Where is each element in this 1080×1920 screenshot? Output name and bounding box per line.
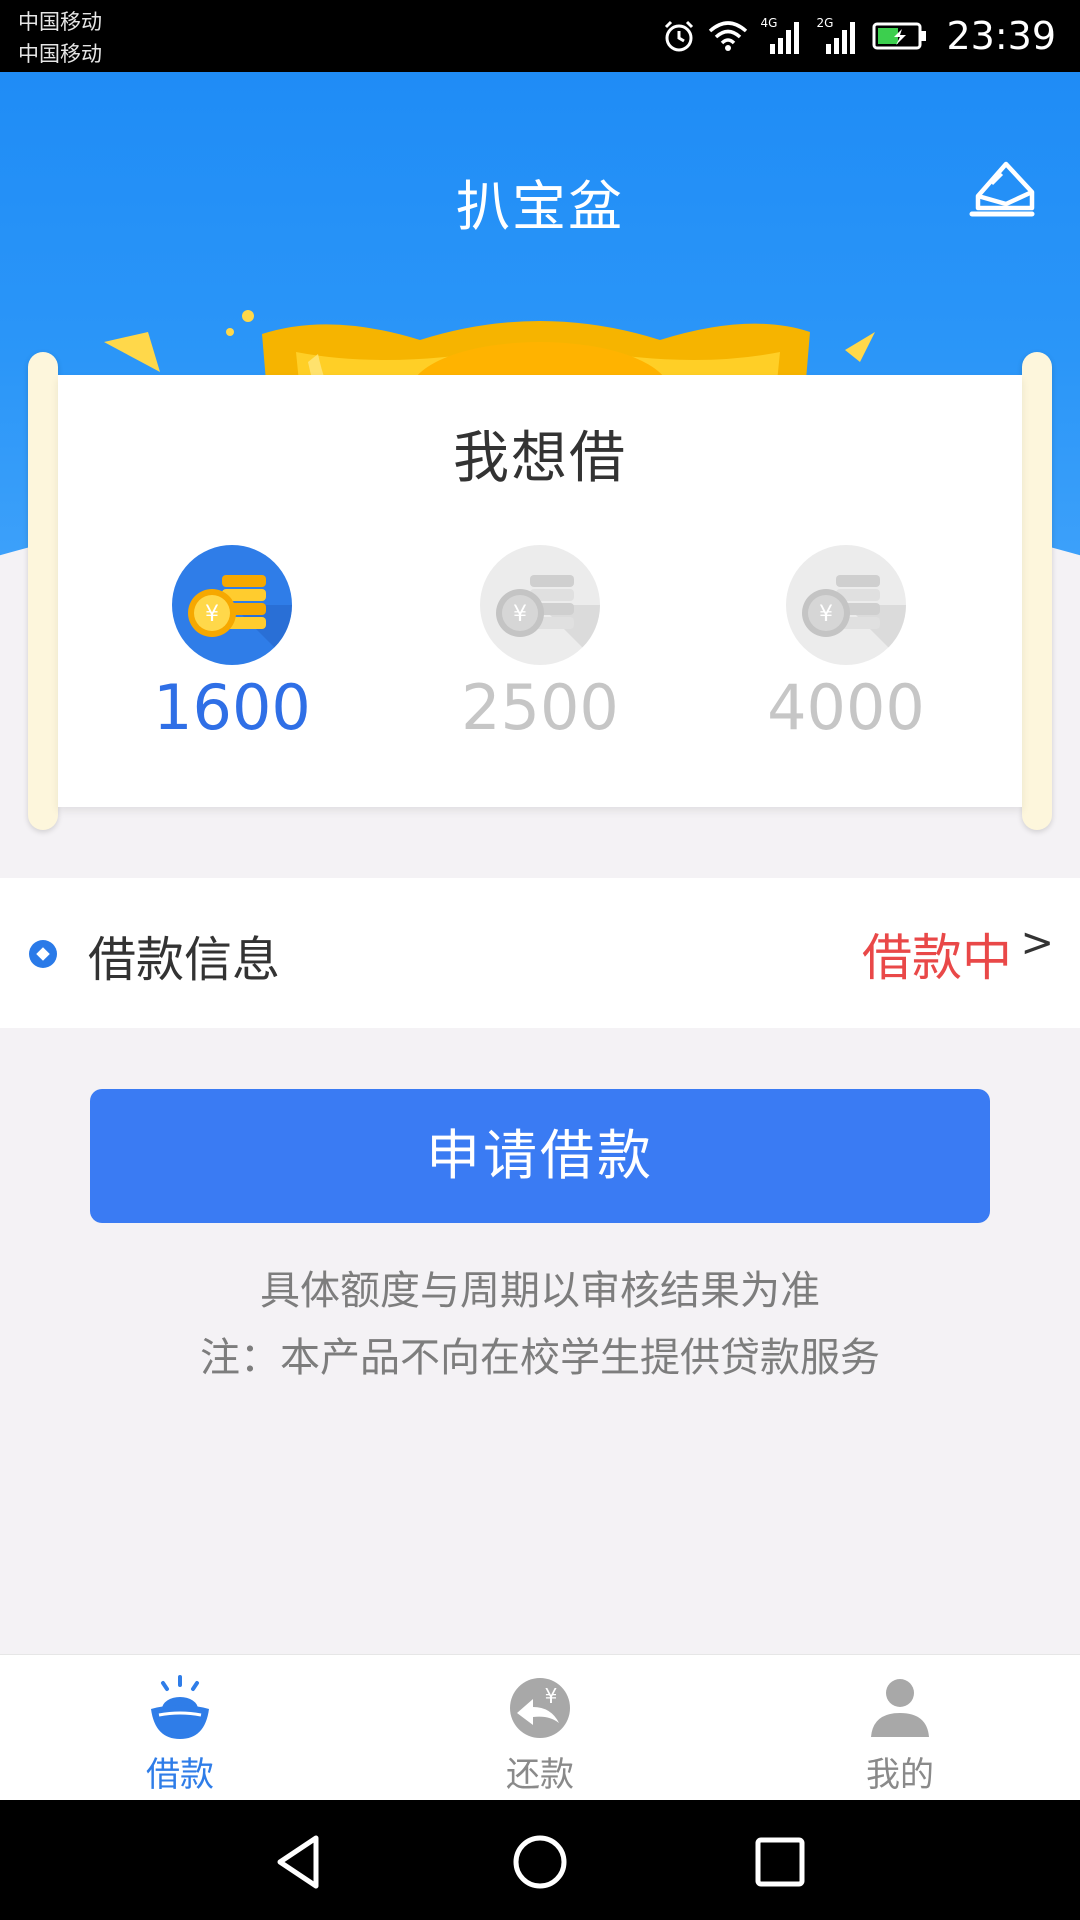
card-title: 我想借 (453, 426, 627, 491)
svg-text:¥: ¥ (545, 1684, 558, 1708)
scroll-roller-right (1022, 352, 1052, 830)
alarm-icon (665, 20, 694, 52)
scroll-roller-left (28, 352, 58, 830)
signal-4g-icon: 4G (760, 16, 804, 56)
coin-stack-icon: ¥ (786, 545, 906, 665)
svg-text:¥: ¥ (513, 602, 527, 627)
clock: 23:39 (946, 14, 1056, 58)
loan-info-row[interactable]: 借款信息 借款中 > (0, 878, 1080, 1028)
amount-value: 1600 (153, 671, 311, 744)
amount-option-1600[interactable]: ¥ 1600 (122, 545, 342, 744)
carrier-2: 中国移动 (18, 42, 102, 66)
tab-bar: 借款 ¥ 还款 我的 (0, 1654, 1080, 1800)
amount-option-2500[interactable]: ¥ 2500 (430, 545, 650, 744)
note-quota: 具体额度与周期以审核结果为准 (260, 1268, 820, 1314)
recents-button[interactable] (750, 1832, 810, 1892)
chevron-right-icon: > (1020, 920, 1054, 966)
app-title: 扒宝盆 (456, 175, 624, 238)
tab-mine-label: 我的 (866, 1755, 934, 1795)
note-students: 注：本产品不向在校学生提供贷款服务 (200, 1335, 880, 1381)
system-nav-bar (0, 1800, 1080, 1920)
amount-option-4000[interactable]: ¥ 4000 (736, 545, 956, 744)
svg-text:¥: ¥ (205, 602, 219, 627)
info-bullet-icon (29, 940, 57, 968)
user-icon (865, 1673, 935, 1743)
tab-borrow[interactable]: 借款 (80, 1655, 280, 1801)
ingot-icon (145, 1673, 215, 1743)
message-button[interactable] (966, 154, 1040, 224)
tab-borrow-label: 借款 (146, 1755, 214, 1795)
envelope-icon (969, 161, 1035, 217)
loan-amount-card: 我想借 ¥ 1600 ¥ 2500 ¥ 4000 (58, 375, 1022, 807)
svg-text:¥: ¥ (819, 602, 833, 627)
carrier-info: 中国移动 中国移动 (18, 6, 102, 70)
home-circle-icon (513, 1835, 567, 1889)
wifi-icon (709, 21, 748, 51)
back-triangle-icon (277, 1835, 319, 1889)
status-bar: 中国移动 中国移动 4G 2G 23:39 (0, 0, 1080, 72)
tab-repay[interactable]: ¥ 还款 (440, 1655, 640, 1801)
back-button[interactable] (270, 1832, 330, 1892)
apply-loan-button[interactable]: 申请借款 (90, 1089, 990, 1223)
carrier-1: 中国移动 (18, 10, 102, 34)
recents-square-icon (755, 1837, 805, 1887)
tab-mine[interactable]: 我的 (800, 1655, 1000, 1801)
signal-2g-icon: 2G (816, 16, 860, 56)
status-icons: 4G 2G 23:39 (662, 0, 1056, 72)
loan-status: 借款中 (862, 929, 1012, 987)
coin-stack-icon: ¥ (480, 545, 600, 665)
amount-value: 4000 (767, 671, 925, 744)
loan-info-label: 借款信息 (88, 932, 281, 988)
amount-value: 2500 (461, 671, 619, 744)
coin-stack-icon: ¥ (172, 545, 292, 665)
battery-icon (872, 22, 927, 50)
home-button[interactable] (510, 1832, 570, 1892)
tab-repay-label: 还款 (506, 1755, 574, 1795)
repay-yuan-icon: ¥ (505, 1673, 575, 1743)
